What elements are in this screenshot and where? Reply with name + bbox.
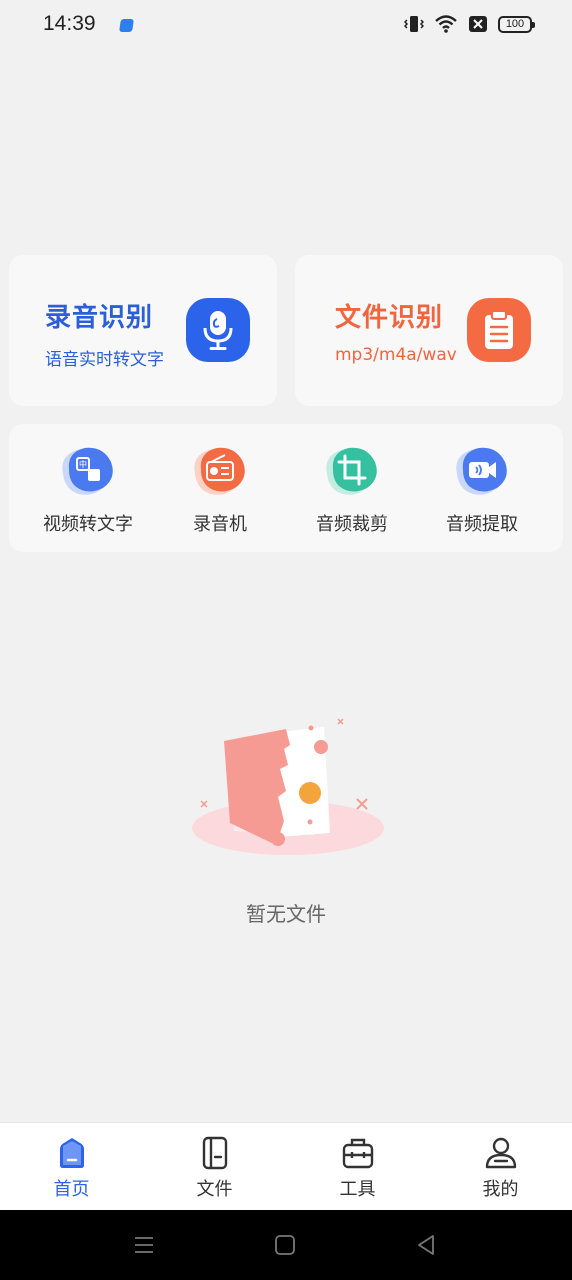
empty-folder-illustration (192, 718, 384, 855)
crop-icon (321, 440, 383, 502)
clipboard-icon (467, 298, 531, 362)
file-recognition-card[interactable]: 文件识别 mp3/m4a/wav (295, 255, 563, 406)
nav-tools[interactable]: 工具 (286, 1135, 429, 1201)
tool-label: 音频裁剪 (316, 514, 388, 535)
status-bar: 14:39 100 (0, 0, 572, 52)
card-title: 文件识别 (335, 303, 444, 333)
card-title: 录音识别 (45, 303, 154, 333)
nav-files[interactable]: 文件 (143, 1135, 286, 1201)
sim-off-icon (469, 16, 487, 32)
toolbox-icon (340, 1135, 376, 1171)
nav-label: 文件 (196, 1179, 233, 1200)
tool-recorder[interactable]: 录音机 (155, 440, 285, 536)
home-icon (54, 1135, 90, 1171)
status-time: 14:39 (43, 12, 96, 35)
tool-audio-crop[interactable]: 音频裁剪 (287, 440, 417, 536)
nav-home[interactable]: 首页 (0, 1135, 143, 1201)
radio-icon (189, 440, 251, 502)
nav-mine[interactable]: 我的 (429, 1135, 572, 1201)
video-audio-icon (451, 440, 513, 502)
app-notification-icon (119, 19, 134, 32)
nav-label: 首页 (53, 1179, 90, 1200)
tool-label: 录音机 (193, 514, 247, 535)
menu-icon[interactable] (133, 1234, 155, 1256)
svg-text:中: 中 (79, 459, 87, 469)
system-navigation-bar (0, 1210, 572, 1280)
wifi-icon (435, 15, 457, 33)
tools-panel: 中 视频转文字 录音机 音频裁剪 音频提取 (9, 424, 563, 552)
empty-state-text: 暂无文件 (246, 902, 326, 926)
status-icons: 100 (404, 14, 535, 34)
microphone-icon (186, 298, 250, 362)
nav-label: 我的 (482, 1179, 519, 1200)
card-subtitle: mp3/m4a/wav (335, 345, 457, 365)
home-button-icon[interactable] (274, 1234, 296, 1256)
nav-label: 工具 (339, 1179, 376, 1200)
user-icon (483, 1135, 519, 1171)
back-icon[interactable] (415, 1234, 437, 1256)
tool-video-to-text[interactable]: 中 视频转文字 (23, 440, 153, 536)
file-icon (197, 1135, 233, 1171)
record-recognition-card[interactable]: 录音识别 语音实时转文字 (9, 255, 277, 406)
tool-label: 音频提取 (446, 514, 518, 535)
tool-audio-extract[interactable]: 音频提取 (417, 440, 547, 536)
battery-indicator: 100 (498, 15, 535, 33)
bottom-navigation: 首页 文件 工具 我的 (0, 1122, 572, 1210)
translate-icon: 中 (57, 440, 119, 502)
card-subtitle: 语音实时转文字 (45, 350, 164, 370)
tool-label: 视频转文字 (43, 514, 133, 535)
vibrate-icon (404, 16, 424, 32)
